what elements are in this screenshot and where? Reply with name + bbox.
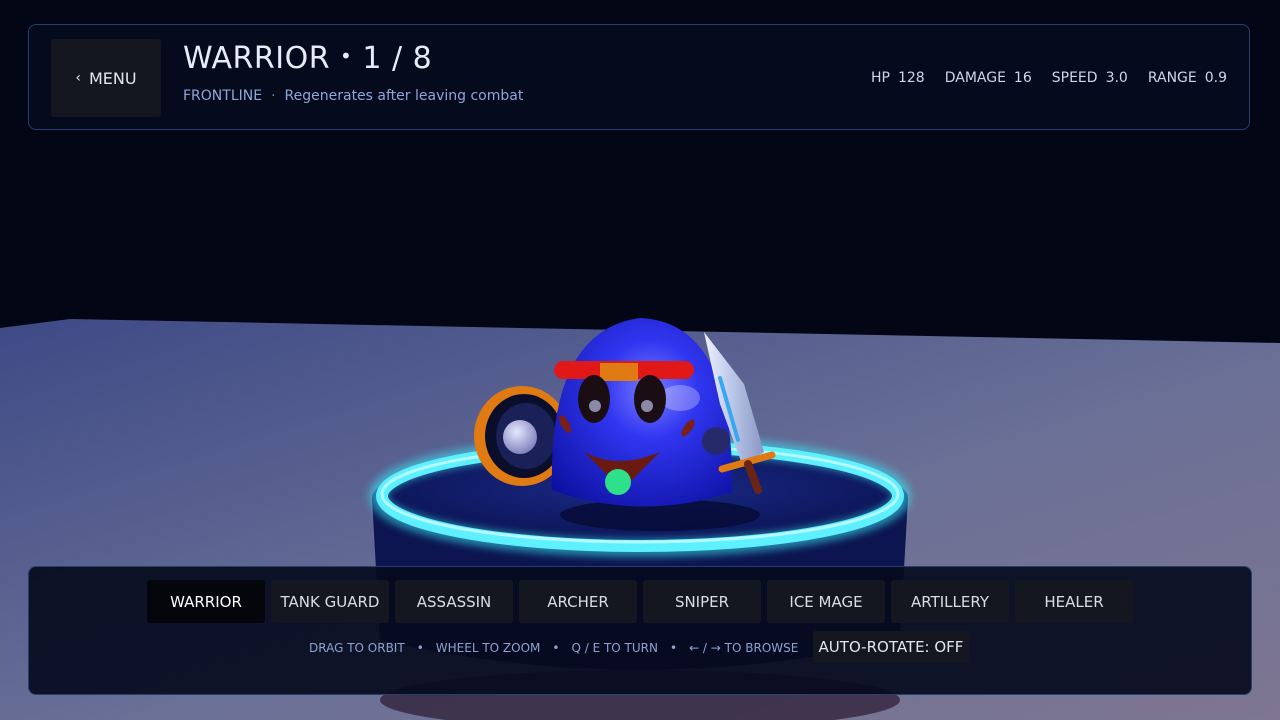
page-title: WARRIOR • 1 / 8 [183,41,432,76]
stat-label: RANGE [1147,70,1197,86]
tab-artillery[interactable]: ARTILLERY [891,580,1009,623]
help-item: WHEEL TO ZOOM [435,641,541,655]
tab-tank-guard[interactable]: TANK GUARD [271,580,389,623]
help-item: Q / E TO TURN [571,641,658,655]
stat-range: RANGE 0.9 [1148,70,1227,86]
headband [554,361,694,381]
unit-tabs: WARRIOR TANK GUARD ASSASSIN ARCHER SNIPE… [147,580,1133,623]
tab-archer[interactable]: ARCHER [519,580,637,623]
tab-warrior[interactable]: WARRIOR [147,580,265,623]
stat-label: SPEED [1051,70,1098,86]
unit-selector-panel: WARRIOR TANK GUARD ASSASSIN ARCHER SNIPE… [28,566,1252,695]
stat-damage: DAMAGE 16 [945,70,1032,86]
help-separator: • [552,641,560,655]
gem [605,469,631,495]
stat-speed: SPEED 3.0 [1052,70,1128,86]
tab-ice-mage[interactable]: ICE MAGE [767,580,885,623]
unit-role: FRONTLINE [183,88,263,104]
stat-value: 128 [897,70,925,86]
help-separator: • [669,641,678,655]
stat-label: HP [870,70,890,86]
stat-value: 0.9 [1204,70,1227,86]
tab-assassin[interactable]: ASSASSIN [395,580,513,623]
stat-value: 3.0 [1105,70,1128,86]
stat-hp: HP 128 [871,70,925,86]
help-separator: • [416,641,424,655]
arm-orb [702,427,730,455]
menu-button[interactable]: ‹ MENU [51,39,161,117]
stat-label: DAMAGE [944,70,1006,86]
subtitle-separator: · [271,88,276,104]
unit-name: WARRIOR [183,41,331,76]
help-item: DRAG TO ORBIT [309,641,405,655]
unit-passive: Regenerates after leaving combat [284,88,524,104]
tab-sniper[interactable]: SNIPER [643,580,761,623]
controls-help: DRAG TO ORBIT • WHEEL TO ZOOM • Q / E TO… [309,640,798,656]
unit-stats: HP 128 DAMAGE 16 SPEED 3.0 RANGE 0.9 [871,70,1227,86]
title-separator: • [340,44,353,68]
tab-healer[interactable]: HEALER [1015,580,1133,623]
chevron-left-icon: ‹ [75,70,81,86]
help-item: ← / → TO BROWSE [689,641,799,655]
body-highlight [660,385,700,411]
stat-value: 16 [1013,70,1032,86]
unit-position: 1 / 8 [362,41,433,76]
menu-label: MENU [89,68,137,88]
unit-subtitle: FRONTLINE · Regenerates after leaving comb… [183,88,523,104]
auto-rotate-toggle[interactable]: AUTO-ROTATE: OFF [813,631,969,663]
unit-info-panel: ‹ MENU WARRIOR • 1 / 8 FRONTLINE · Regenerat… [28,24,1250,130]
